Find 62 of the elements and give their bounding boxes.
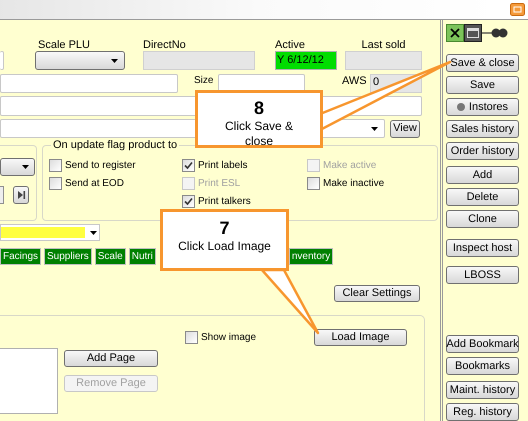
side-button[interactable]: LBOSS — [446, 266, 519, 284]
caret-icon — [111, 58, 118, 62]
checkbox[interactable] — [182, 158, 195, 172]
checkbox-label: Send to register — [65, 158, 136, 172]
side-button[interactable]: Inspect host — [446, 239, 519, 257]
page-list[interactable] — [0, 348, 58, 414]
caret-icon — [90, 230, 97, 234]
checkbox-label: Print labels — [198, 158, 248, 172]
tab[interactable]: Suppliers — [44, 248, 92, 265]
callout-text: Click Save & close — [224, 119, 294, 149]
dropdown[interactable] — [0, 158, 35, 176]
checkbox-label: Make active — [323, 158, 376, 172]
load-image-button[interactable]: Load Image — [314, 328, 407, 346]
tab[interactable]: Facings — [0, 248, 42, 265]
add-page-button[interactable]: Add Page — [64, 350, 158, 367]
close-icon[interactable] — [446, 24, 464, 42]
checkbox[interactable] — [182, 194, 195, 208]
field-label: Scale PLU — [38, 38, 91, 51]
field-label: Last sold — [361, 38, 406, 51]
checkbox[interactable] — [49, 176, 62, 190]
tab[interactable]: nventory — [288, 248, 334, 265]
checkbox-label: Show image — [201, 330, 256, 344]
clear-settings-button[interactable]: Clear Settings — [334, 285, 420, 302]
checkbox[interactable] — [49, 158, 62, 172]
checkbox-label: Send at EOD — [65, 176, 124, 190]
restore-icon[interactable] — [510, 3, 525, 16]
step-number: 8 — [254, 97, 264, 119]
plug-icon — [482, 27, 508, 39]
side-button[interactable]: Bookmarks — [446, 357, 519, 375]
window-icon[interactable] — [464, 24, 482, 42]
step-number: 7 — [219, 217, 230, 239]
side-button[interactable]: Order history — [446, 142, 519, 160]
view-button[interactable]: View — [390, 120, 420, 138]
caret-icon — [22, 165, 29, 169]
side-button[interactable]: Sales history — [446, 120, 519, 138]
field-label: Active — [275, 38, 306, 51]
active-field: Y 6/12/12 — [275, 51, 337, 70]
checkbox[interactable] — [185, 330, 198, 344]
side-button[interactable]: Save — [446, 76, 519, 94]
checkbox-label: Print talkers — [198, 194, 251, 208]
caret-icon — [371, 126, 378, 130]
side-button[interactable]: Save & close — [446, 54, 519, 72]
side-button[interactable]: Add Bookmark — [446, 335, 519, 353]
skip-end-icon — [16, 190, 26, 200]
field-label: DirectNo — [143, 38, 187, 51]
checkbox-label: Make inactive — [323, 176, 384, 190]
side-button[interactable]: Delete — [446, 188, 519, 206]
group-title: On update flag product to — [51, 139, 180, 152]
last-record-button[interactable] — [13, 186, 29, 204]
side-button[interactable]: Add — [446, 166, 519, 184]
field-label: AWS — [342, 75, 368, 87]
side-button[interactable]: Reg. history — [446, 403, 519, 421]
checkbox-label: Print ESL — [198, 176, 240, 190]
side-button[interactable]: Maint. history — [446, 381, 519, 399]
tab[interactable]: Nutri — [128, 248, 156, 265]
side-button[interactable]: Clone — [446, 210, 519, 228]
field-label: Size — [194, 75, 214, 87]
callout-text: Click Load Image — [177, 239, 272, 254]
checkbox[interactable] — [307, 176, 320, 190]
side-button[interactable]: Instores — [446, 98, 519, 116]
scale-plu-dropdown[interactable] — [35, 51, 125, 70]
tab[interactable]: Scale — [94, 248, 126, 265]
